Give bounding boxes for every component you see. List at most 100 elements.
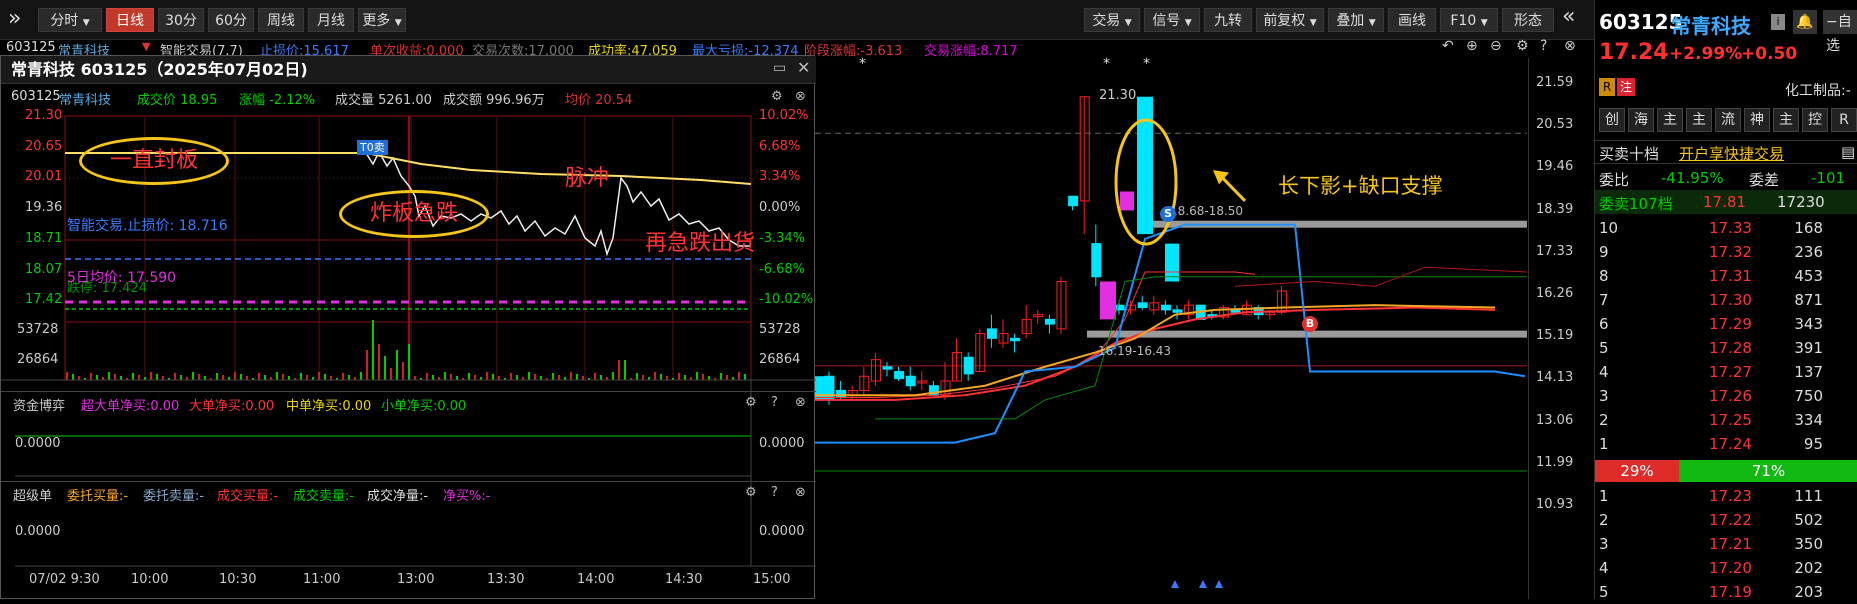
concept-tab[interactable]: 控 <box>1802 108 1828 132</box>
concept-tab[interactable]: R <box>1831 108 1857 132</box>
info-item-6: 阶段涨幅:-3.613 <box>804 44 903 59</box>
concept-tab[interactable]: 神 <box>1744 108 1770 132</box>
expand-icon[interactable]: » <box>8 6 21 31</box>
sell-level-row[interactable]: 4 17.27 137 <box>1595 360 1857 384</box>
vol-label-left: 26864 <box>17 352 59 367</box>
close-icon[interactable]: ⊗ <box>1564 38 1576 54</box>
industry-label[interactable]: 化工制品:- <box>1785 80 1851 100</box>
zoom-out-icon[interactable]: ⊖ <box>1490 38 1502 54</box>
super-b: 委托卖量:- <box>143 489 205 504</box>
btn-f10[interactable]: F10 ▼ <box>1440 8 1498 32</box>
ratio-buy-text: 29% <box>1620 462 1654 480</box>
gear-icon[interactable]: ⚙ <box>745 395 757 410</box>
tab-30min[interactable]: 30分 <box>158 8 204 32</box>
level-number: 4 <box>1599 363 1609 381</box>
panel-toggle-icon[interactable]: ▤ <box>1841 143 1855 161</box>
concept-tab[interactable]: 主 <box>1657 108 1683 132</box>
sell-level-row[interactable]: 9 17.32 236 <box>1595 240 1857 264</box>
zoom-in-icon[interactable]: ⊕ <box>1466 38 1478 54</box>
self-select-button[interactable]: −自选 <box>1823 10 1857 54</box>
sell-level-row[interactable]: 5 17.28 391 <box>1595 336 1857 360</box>
buy-level-row[interactable]: 3 17.21 350 <box>1595 532 1857 556</box>
buy-level-row[interactable]: 5 17.19 203 <box>1595 580 1857 604</box>
sell-level-row[interactable]: 10 17.33 168 <box>1595 216 1857 240</box>
concept-tab-label: 流 <box>1721 112 1735 128</box>
super-value-right: 0.0000 <box>759 524 805 539</box>
star-marker: * <box>859 56 866 72</box>
t0-sell-badge[interactable]: T0卖 <box>357 140 388 155</box>
sell-signal-badge[interactable]: S <box>1160 206 1176 222</box>
level-price: 17.23 <box>1709 487 1752 505</box>
info-item-7: 交易涨幅:8.717 <box>924 44 1018 59</box>
level-price: 17.19 <box>1709 583 1752 601</box>
dropdown-icon: ▼ <box>1184 18 1192 28</box>
concept-tab[interactable]: 海 <box>1628 108 1654 132</box>
concept-tab[interactable]: 主 <box>1686 108 1712 132</box>
tab-fenshi[interactable]: 分时 ▼ <box>38 8 102 32</box>
btn-jiuzhuan[interactable]: 九转 <box>1204 8 1252 32</box>
tab-zhouxian[interactable]: 周线 <box>258 8 304 32</box>
weimai-row[interactable]: 委卖107档 17.81 17230 <box>1595 190 1857 214</box>
btn-pattern[interactable]: 形态 <box>1502 8 1554 32</box>
btn-draw[interactable]: 画线 <box>1388 8 1436 32</box>
intraday-popup: 常青科技 603125（2025年07月02日) ▭ ✕ 603125 常青科技… <box>0 55 816 599</box>
collapse-icon[interactable]: « <box>1562 4 1575 29</box>
kline-chart[interactable] <box>815 58 1535 599</box>
close-icon[interactable]: ⊗ <box>795 89 806 104</box>
concept-tab[interactable]: 创 <box>1599 108 1625 132</box>
tab-60min[interactable]: 60分 <box>208 8 254 32</box>
dropdown-icon[interactable]: ▼ <box>142 40 150 53</box>
tab-yuexian[interactable]: 月线 <box>308 8 354 32</box>
level-number: 1 <box>1599 435 1609 453</box>
y-axis-label: 17.33 <box>1536 243 1574 259</box>
gear-icon[interactable]: ⚙ <box>1516 38 1529 54</box>
sell-level-row[interactable]: 1 17.24 95 <box>1595 432 1857 456</box>
btn-fuquan[interactable]: 前复权 ▼ <box>1256 8 1324 32</box>
sell-level-row[interactable]: 3 17.26 750 <box>1595 384 1857 408</box>
weimai-label: 委卖107档 <box>1599 195 1673 213</box>
concept-tab[interactable]: 流 <box>1715 108 1741 132</box>
close-icon[interactable]: ✕ <box>797 58 810 77</box>
tab-rixian[interactable]: 日线 <box>106 8 154 32</box>
buy-level-row[interactable]: 2 17.22 502 <box>1595 508 1857 532</box>
tab-more[interactable]: 更多 ▼ <box>358 8 406 32</box>
tab-order-book[interactable]: 买卖十档 <box>1599 143 1659 164</box>
gear-icon[interactable]: ⚙ <box>745 485 757 500</box>
help-icon[interactable]: ? <box>1540 38 1547 54</box>
buy-level-row[interactable]: 1 17.23 111 <box>1595 484 1857 508</box>
tab-open-account[interactable]: 开户享快捷交易 <box>1679 143 1784 164</box>
close-icon[interactable]: ⊗ <box>795 395 806 410</box>
gear-icon[interactable]: ⚙ <box>771 89 783 104</box>
level-number: 5 <box>1599 583 1609 601</box>
sell-level-row[interactable]: 2 17.25 334 <box>1595 408 1857 432</box>
super-a: 委托买量:- <box>67 489 129 504</box>
candle-body <box>1160 304 1171 311</box>
pct-label-right: 3.34% <box>759 169 801 185</box>
concept-tab[interactable]: 主 <box>1773 108 1799 132</box>
fund-mid: 中单净买:0.00 <box>286 399 372 414</box>
help-icon[interactable]: ? <box>771 395 778 410</box>
level-volume: 453 <box>1794 267 1823 285</box>
weimai-price: 17.81 <box>1703 193 1746 211</box>
btn-trade[interactable]: 交易 ▼ <box>1084 8 1140 32</box>
sell-level-row[interactable]: 8 17.31 453 <box>1595 264 1857 288</box>
level-volume: 343 <box>1794 315 1823 333</box>
btn-overlay[interactable]: 叠加 ▼ <box>1328 8 1384 32</box>
info-icon[interactable]: i <box>1771 14 1785 30</box>
bell-icon[interactable]: 🔔 <box>1793 10 1817 34</box>
ratio-sell: 71% <box>1679 460 1857 482</box>
minimize-icon[interactable]: ▭ <box>773 60 786 76</box>
bottom-marker <box>1215 580 1223 588</box>
help-icon[interactable]: ? <box>771 485 778 500</box>
btn-signal[interactable]: 信号 ▼ <box>1144 8 1200 32</box>
sell-level-row[interactable]: 6 17.29 343 <box>1595 312 1857 336</box>
level-price: 17.21 <box>1709 535 1752 553</box>
sell-level-row[interactable]: 7 17.30 871 <box>1595 288 1857 312</box>
buy-level-row[interactable]: 4 17.20 202 <box>1595 556 1857 580</box>
back-icon[interactable]: ↶ <box>1442 38 1454 54</box>
buy-signal-badge[interactable]: B <box>1302 316 1318 332</box>
candle-magenta <box>1100 281 1116 320</box>
close-icon[interactable]: ⊗ <box>795 485 806 500</box>
note-text: 一直封板 <box>109 148 198 173</box>
concept-tab-label: 神 <box>1750 112 1764 128</box>
